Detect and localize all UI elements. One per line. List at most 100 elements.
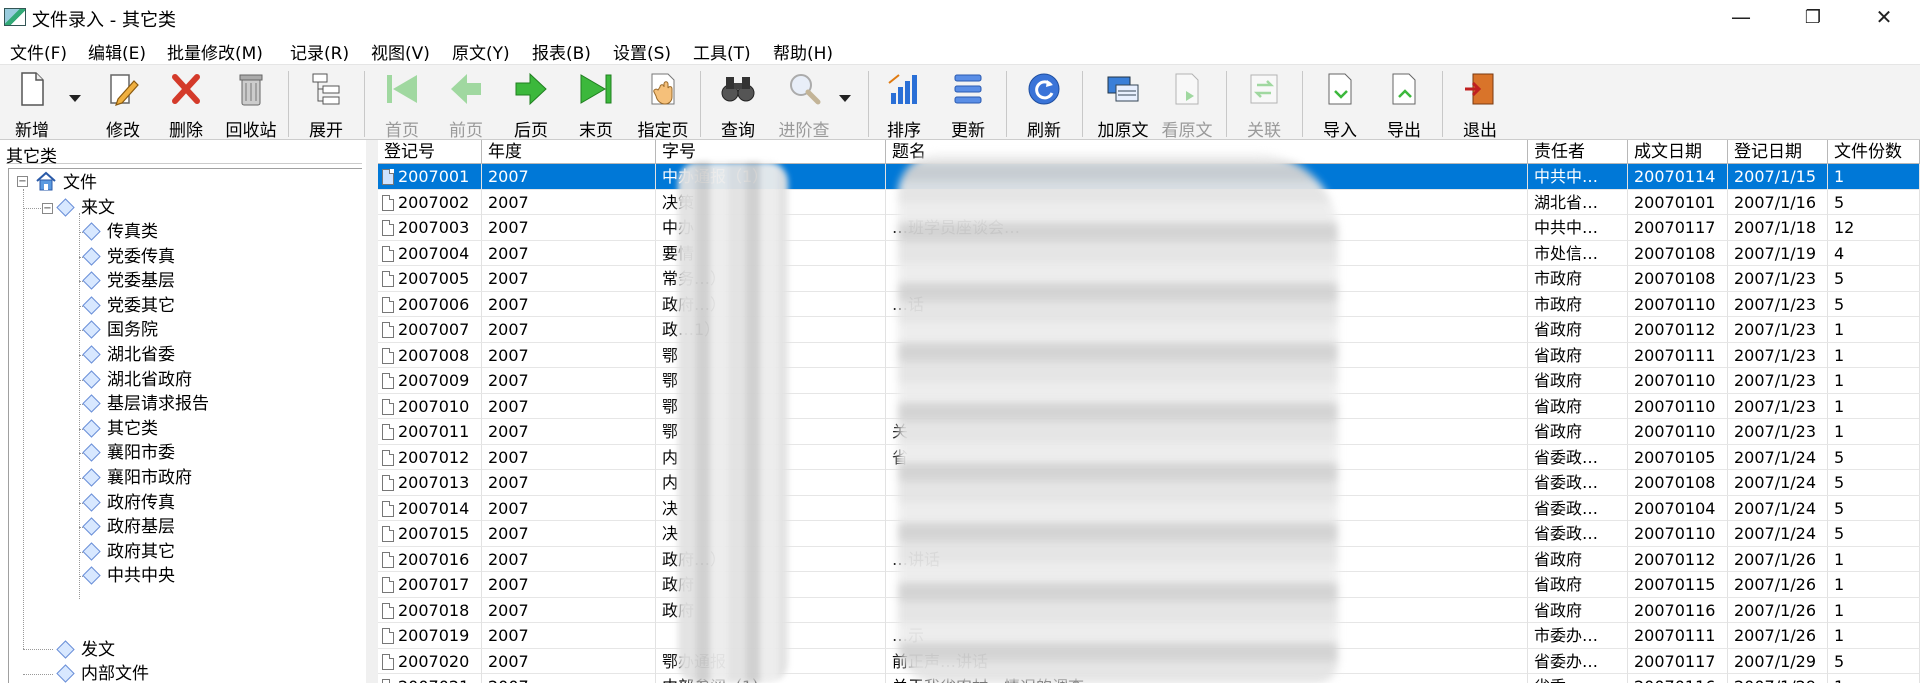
menu-report[interactable]: 报表(B): [532, 39, 591, 64]
tree-node-incoming-child[interactable]: 党委基层: [82, 270, 175, 292]
cell-doc-date: 20070114: [1628, 164, 1728, 189]
cell-reg-no: 2007010: [378, 393, 482, 419]
column-header-doc-date[interactable]: 成文日期: [1628, 140, 1728, 164]
tree-node-incoming-child[interactable]: 襄阳市政府: [82, 467, 192, 489]
cell-responsible: 省政府: [1528, 597, 1628, 623]
delete-button[interactable]: 删除: [160, 69, 212, 141]
export-button[interactable]: 导出: [1378, 69, 1430, 141]
cell-year: 2007: [482, 546, 656, 572]
folder-diamond-icon: [82, 542, 101, 561]
advanced-search-dropdown-arrow[interactable]: [839, 95, 851, 102]
cell-year: 2007: [482, 495, 656, 521]
tree-node-root[interactable]: 文件: [35, 171, 97, 193]
menu-help[interactable]: 帮助(H): [773, 39, 833, 64]
cell-reg-no: 2007018: [378, 597, 482, 623]
exit-button[interactable]: 退出: [1454, 69, 1506, 141]
prev-page-button[interactable]: 前页: [440, 69, 492, 141]
refresh-button[interactable]: 刷新: [1018, 69, 1070, 141]
cell-copies: 1: [1828, 546, 1920, 572]
column-header-reg-date[interactable]: 登记日期: [1728, 140, 1828, 164]
tree-node-incoming-child[interactable]: 传真类: [82, 221, 158, 243]
tree-node-internal[interactable]: 内部文件: [56, 663, 149, 685]
category-panel: 其它类 − 文件 − 来文 传真类党委传真 党委基层党委其它 国务院湖北省委湖北省政…: [0, 140, 366, 685]
view-original-button[interactable]: 看原文: [1156, 69, 1218, 141]
menu-view[interactable]: 视图(V): [371, 39, 430, 64]
cell-copies: 12: [1828, 215, 1920, 240]
new-dropdown-arrow[interactable]: [69, 95, 81, 102]
tree-node-incoming-child[interactable]: 湖北省政府: [82, 369, 192, 391]
import-button[interactable]: 导入: [1314, 69, 1366, 141]
root-collapse-toggle[interactable]: −: [17, 176, 28, 187]
menu-original[interactable]: 原文(Y): [452, 39, 510, 64]
add-original-button[interactable]: 加原文: [1092, 69, 1154, 141]
next-page-button[interactable]: 后页: [505, 69, 557, 141]
column-header-copies[interactable]: 文件份数: [1828, 140, 1920, 164]
restore-button[interactable]: ❐: [1784, 0, 1842, 34]
folder-diamond-icon: [82, 394, 101, 413]
last-page-button[interactable]: 末页: [570, 69, 622, 141]
new-doc-icon: [21, 72, 44, 106]
column-header-year[interactable]: 年度: [482, 140, 656, 164]
cell-year: 2007: [482, 648, 656, 674]
delete-icon: [172, 74, 200, 104]
cell-responsible: 中共中…: [1528, 215, 1628, 240]
tree-node-incoming-child[interactable]: 党委传真: [82, 246, 175, 268]
edit-button[interactable]: 修改: [97, 69, 149, 141]
recycle-bin-button[interactable]: 回收站: [220, 69, 282, 141]
tree-node-incoming-child[interactable]: 党委其它: [82, 295, 175, 317]
expand-button[interactable]: 展开: [300, 69, 352, 141]
cell-reg-date: 2007/1/26: [1728, 572, 1828, 597]
tree-node-incoming-child[interactable]: 基层请求报告: [82, 393, 209, 415]
tree-node-outgoing[interactable]: 发文: [56, 639, 115, 661]
tree-node-incoming[interactable]: 来文: [56, 197, 115, 219]
cell-responsible: 省政府: [1528, 419, 1628, 444]
cell-reg-date: 2007/1/23: [1728, 291, 1828, 317]
cell-year: 2007: [482, 368, 656, 393]
menu-tools[interactable]: 工具(T): [693, 39, 751, 64]
cell-responsible: 省委政…: [1528, 521, 1628, 546]
tree-node-incoming-child[interactable]: 政府基层: [82, 516, 175, 538]
tree-node-incoming-child[interactable]: 政府其它: [82, 541, 175, 563]
minimize-button[interactable]: —: [1712, 0, 1770, 34]
expand-icon: [312, 73, 340, 105]
tree-node-incoming-child[interactable]: 政府传真: [82, 492, 175, 514]
column-header-reg-no[interactable]: 登记号: [378, 140, 482, 164]
folder-diamond-icon: [82, 345, 101, 364]
update-button[interactable]: 更新: [942, 69, 994, 141]
cell-year: 2007: [482, 240, 656, 266]
menu-record[interactable]: 记录(R): [290, 39, 349, 64]
tree-node-incoming-child[interactable]: 中共中央: [82, 565, 175, 587]
query-button[interactable]: 查询: [712, 69, 764, 141]
column-header-responsible[interactable]: 责任者: [1528, 140, 1628, 164]
sort-button[interactable]: 排序: [878, 69, 930, 141]
cell-doc-date: 20070110: [1628, 393, 1728, 419]
panel-splitter[interactable]: [366, 140, 378, 683]
cell-reg-no: 2007009: [378, 368, 482, 393]
cell-year: 2007: [482, 266, 656, 291]
tree-node-incoming-child[interactable]: 襄阳市委: [82, 442, 175, 464]
menu-settings[interactable]: 设置(S): [613, 39, 671, 64]
incoming-collapse-toggle[interactable]: −: [42, 203, 53, 214]
cell-reg-date: 2007/1/23: [1728, 317, 1828, 342]
cell-reg-date: 2007/1/18: [1728, 215, 1828, 240]
app-icon: [4, 8, 26, 26]
tree-node-incoming-child[interactable]: 国务院: [82, 319, 158, 341]
first-page-button[interactable]: 首页: [376, 69, 428, 141]
cell-responsible: 省委办…: [1528, 648, 1628, 674]
tree-node-incoming-child[interactable]: 其它类: [82, 418, 158, 440]
link-button[interactable]: 关联: [1238, 69, 1290, 141]
cell-reg-no: 2007014: [378, 495, 482, 521]
menu-edit[interactable]: 编辑(E): [88, 39, 146, 64]
document-icon: [382, 679, 394, 683]
tree-node-incoming-child[interactable]: 湖北省委: [82, 344, 175, 366]
binoculars-icon: [721, 77, 755, 102]
menu-file[interactable]: 文件(F): [10, 39, 67, 64]
document-icon: [382, 577, 394, 593]
new-button[interactable]: 新增: [6, 69, 58, 141]
column-header-doc-no[interactable]: 字号: [656, 140, 886, 164]
goto-page-button[interactable]: 指定页: [632, 69, 694, 141]
import-icon: [1328, 73, 1352, 105]
advanced-search-button[interactable]: 进阶查: [772, 69, 836, 141]
menu-batch-modify[interactable]: 批量修改(M): [167, 39, 263, 64]
close-button[interactable]: ✕: [1855, 0, 1913, 34]
